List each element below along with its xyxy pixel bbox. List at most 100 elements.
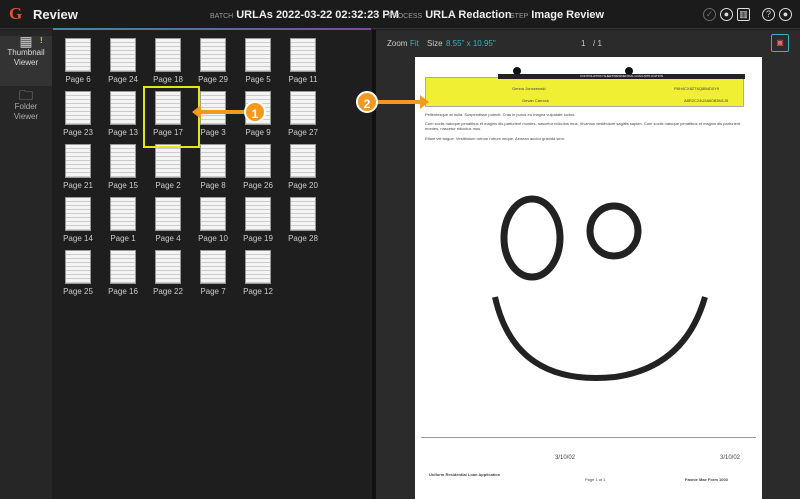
page-preview [155,38,181,72]
thumbnail-label: Page 15 [108,181,138,190]
sidebar-item-label: Thumbnail Viewer [7,48,45,67]
page-preview [65,144,91,178]
thumbnail-page-27[interactable]: Page 27 [283,91,323,137]
page-preview [110,144,136,178]
folder-icon: 🗀 [19,87,33,103]
thumbnail-page-5[interactable]: Page 5 [238,38,278,84]
thumbnail-page-22[interactable]: Page 22 [148,250,188,296]
stop-icon[interactable]: ● [720,8,733,21]
thumbnail-label: Page 26 [243,181,273,190]
page-preview [155,197,181,231]
page-preview [290,144,316,178]
thumbnail-page-11[interactable]: Page 11 [283,38,323,84]
sidebar-item-label: Folder Viewer [13,102,39,121]
thumbnail-label: Page 14 [63,234,93,243]
page-preview [110,91,136,125]
thumbnail-label: Page 19 [243,234,273,243]
thumbnail-page-4[interactable]: Page 4 [148,197,188,243]
thumbnail-page-6[interactable]: Page 6 [58,38,98,84]
page-preview [110,250,136,284]
smiley-drawing [492,195,708,381]
page-preview [65,197,91,231]
page-preview [290,91,316,125]
thumbnail-label: Page 28 [288,234,318,243]
page-total: / 1 [593,39,602,48]
footer-page: Page 1 of 1 [585,477,606,482]
thumbnail-label: Page 16 [108,287,138,296]
size-value: 8.55" x 10.95" [446,39,496,48]
thumbnail-page-8[interactable]: Page 8 [193,144,233,190]
thumbnail-page-19[interactable]: Page 19 [238,197,278,243]
help-icon[interactable]: ? [762,8,775,21]
thumbnail-page-25[interactable]: Page 25 [58,250,98,296]
thumbnail-page-13[interactable]: Page 13 [103,91,143,137]
sidebar-item-folder-viewer[interactable]: 🗀 Folder Viewer [0,87,52,122]
thumbnail-page-12[interactable]: Page 12 [238,250,278,296]
approve-icon[interactable]: ✓ [703,8,716,21]
thumbnail-label: Page 12 [243,287,273,296]
warning-badge: ! [40,36,43,45]
thumbnail-page-21[interactable]: Page 21 [58,144,98,190]
page-preview [290,197,316,231]
thumbnail-page-28[interactable]: Page 28 [283,197,323,243]
thumbnail-label: Page 4 [155,234,181,243]
arrow-head-icon [192,105,201,119]
page-preview [200,144,226,178]
thumbnail-page-29[interactable]: Page 29 [193,38,233,84]
thumbnail-page-23[interactable]: Page 23 [58,91,98,137]
page-preview [155,144,181,178]
thumbnail-page-26[interactable]: Page 26 [238,144,278,190]
page-preview [245,197,271,231]
thumbnail-label: Page 6 [65,75,91,84]
page-title: Review [33,7,78,22]
app-header: G Review BATCH URLAs 2022-03-22 02:32:23 … [0,0,800,29]
trash-icon[interactable]: ▥ [737,8,750,21]
thumbnail-page-18[interactable]: Page 18 [148,38,188,84]
page-preview [245,38,271,72]
callout-1: 1 [244,101,266,123]
thumbnail-label: Page 9 [245,128,271,137]
sidebar: ▦ ! Thumbnail Viewer 🗀 Folder Viewer [0,30,52,499]
thumbnail-page-20[interactable]: Page 20 [283,144,323,190]
thumbnail-label: Page 23 [63,128,93,137]
thumbnail-panel: Page 6 Page 24 Page 18 Page 29 Page 5 Page 11… [52,30,372,499]
thumbnail-label: Page 11 [288,75,318,84]
thumbnail-label: Page 13 [108,128,138,137]
page-preview [65,250,91,284]
page-preview [200,197,226,231]
thumbnail-page-24[interactable]: Page 24 [103,38,143,84]
page-preview [245,250,271,284]
thumbnail-page-15[interactable]: Page 15 [103,144,143,190]
sidebar-item-thumbnail-viewer[interactable]: ▦ ! Thumbnail Viewer [0,33,52,86]
size-label: Size [427,39,443,48]
date-field: 3/10/02 [720,455,741,461]
page-number[interactable]: 1 [581,39,585,48]
page-preview [110,197,136,231]
footer-right: Fannie Mae Form 1003 [685,477,728,482]
thumbnail-page-7[interactable]: Page 7 [193,250,233,296]
page-preview [200,250,226,284]
thumbnail-page-2[interactable]: Page 2 [148,144,188,190]
grid-icon: ▦ [19,33,33,49]
footer-left: Uniform Residential Loan Application [429,472,501,477]
thumbnail-label: Page 2 [155,181,181,190]
callout-2: 2 [356,91,378,113]
thumbnail-label: Page 24 [108,75,138,84]
thumbnail-label: Page 27 [288,128,318,137]
thumbnail-page-16[interactable]: Page 16 [103,250,143,296]
page-preview [245,144,271,178]
thumbnail-page-1[interactable]: Page 1 [103,197,143,243]
page-preview [65,91,91,125]
thumbnail-page-14[interactable]: Page 14 [58,197,98,243]
thumbnail-label: Page 18 [153,75,183,84]
thumbnail-page-10[interactable]: Page 10 [193,197,233,243]
user-icon[interactable]: ● [779,8,792,21]
zoom-label: Zoom [387,39,408,48]
zoom-fit-button[interactable]: Fit [410,39,419,48]
step-info: STEP Image Review [510,9,605,21]
thumbnail-label: Page 1 [110,234,136,243]
thumbnail-label: Page 10 [198,234,228,243]
callout-arrow [200,110,245,114]
thumbnail-label: Page 20 [288,181,318,190]
image-icon[interactable]: ▣ [771,34,789,52]
